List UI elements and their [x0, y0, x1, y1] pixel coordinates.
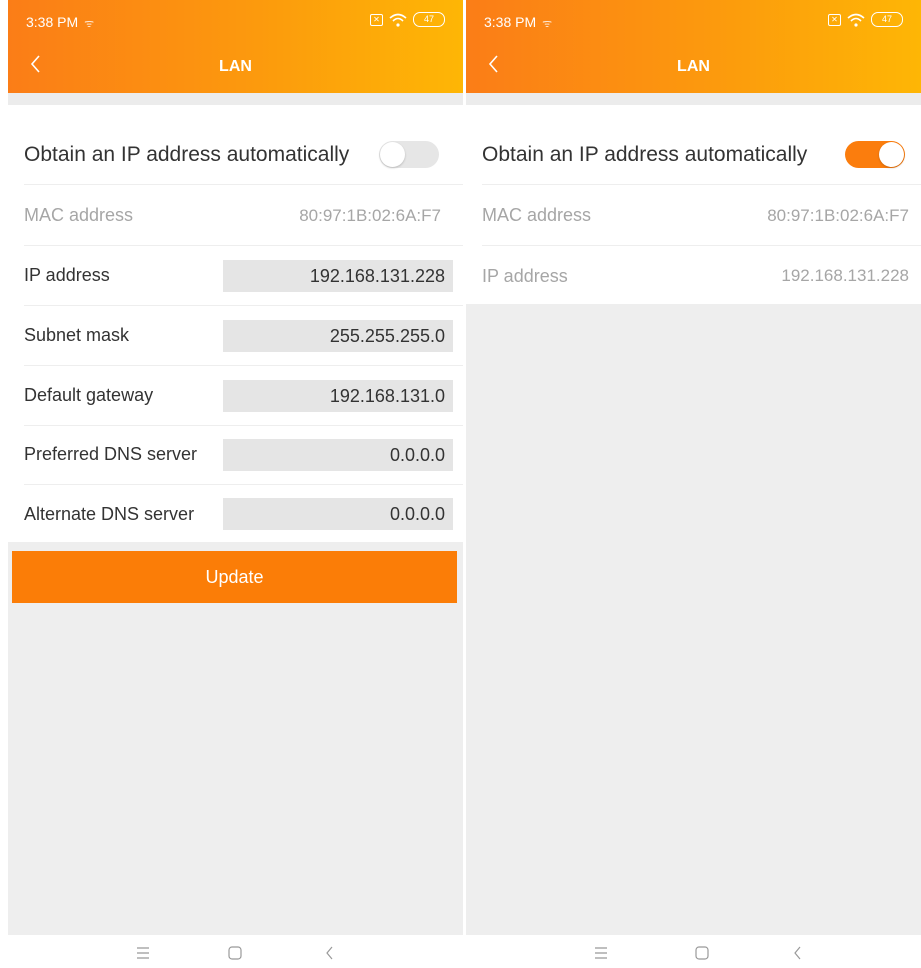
subnet-row: Subnet mask	[24, 306, 463, 366]
status-time-text: 3:38 PM	[484, 14, 537, 30]
battery-level: 47	[423, 14, 434, 24]
menu-icon[interactable]	[131, 941, 155, 965]
status-time-text: 3:38 PM	[26, 14, 79, 30]
signal-icon: ᯤ	[84, 18, 95, 30]
page-title: LAN	[677, 58, 710, 75]
lan-screen-manual: 3:38 PM ᯤ ✕ 47 LAN Obtain an IP address a…	[8, 0, 463, 968]
status-icons: ✕ 47	[370, 12, 445, 27]
alternate-dns-row: Alternate DNS server	[24, 484, 463, 544]
mac-row: MAC address 80:97:1B:02:6A:F7	[482, 186, 921, 246]
header-bar: 3:38 PM ᯤ ✕ 47 LAN	[466, 0, 921, 93]
wifi-icon	[847, 13, 865, 27]
mac-label: MAC address	[24, 205, 134, 225]
auto-ip-label: Obtain an IP address automatically	[482, 142, 808, 166]
ip-input[interactable]	[223, 260, 453, 292]
status-time: 3:38 PM ᯤ	[26, 14, 94, 31]
gateway-input[interactable]	[223, 380, 453, 412]
system-nav-bar	[466, 935, 921, 968]
battery-level: 47	[881, 14, 892, 24]
status-icons: ✕ 47	[828, 12, 903, 27]
nav-back-icon[interactable]	[786, 941, 810, 965]
content-background	[466, 304, 921, 935]
toggle-knob	[879, 142, 904, 167]
ip-label: IP address	[24, 265, 110, 285]
ip-value: 192.168.131.228	[781, 266, 909, 285]
ip-label: IP address	[482, 265, 568, 286]
menu-icon[interactable]	[589, 941, 613, 965]
sim-icon: ✕	[828, 13, 841, 26]
wifi-icon	[389, 13, 407, 27]
nav-back-icon[interactable]	[318, 941, 342, 965]
battery-icon: 47	[871, 12, 903, 27]
battery-icon: 47	[413, 12, 445, 27]
divider-band	[8, 93, 463, 105]
mac-label: MAC address	[482, 205, 592, 225]
subnet-input[interactable]	[223, 320, 453, 352]
system-nav-bar	[8, 935, 463, 968]
auto-ip-row: Obtain an IP address automatically	[482, 125, 921, 185]
mac-value: 80:97:1B:02:6A:F7	[299, 205, 441, 225]
update-button-label: Update	[205, 566, 264, 587]
alternate-dns-input[interactable]	[223, 498, 453, 530]
gateway-row: Default gateway	[24, 366, 463, 426]
gateway-label: Default gateway	[24, 385, 154, 405]
preferred-dns-row: Preferred DNS server	[24, 425, 463, 485]
alternate-dns-label: Alternate DNS server	[24, 503, 195, 524]
mac-value: 80:97:1B:02:6A:F7	[767, 205, 909, 225]
header-bar: 3:38 PM ᯤ ✕ 47 LAN	[8, 0, 463, 93]
home-icon[interactable]	[690, 941, 714, 965]
ip-row: IP address 192.168.131.228	[482, 246, 921, 306]
mac-row: MAC address 80:97:1B:02:6A:F7	[24, 186, 463, 246]
ip-row: IP address	[24, 246, 463, 306]
auto-ip-label: Obtain an IP address automatically	[24, 142, 350, 166]
preferred-dns-label: Preferred DNS server	[24, 444, 198, 464]
page-title: LAN	[219, 58, 252, 75]
home-icon[interactable]	[223, 941, 247, 965]
toggle-knob	[380, 142, 405, 167]
divider-band	[466, 93, 921, 105]
sim-icon: ✕	[370, 13, 383, 26]
subnet-label: Subnet mask	[24, 325, 130, 345]
lan-screen-auto: 3:38 PM ᯤ ✕ 47 LAN Obtain an IP address a…	[466, 0, 921, 968]
auto-ip-toggle[interactable]	[379, 141, 439, 168]
auto-ip-row: Obtain an IP address automatically	[24, 125, 463, 185]
preferred-dns-input[interactable]	[223, 439, 453, 471]
signal-icon: ᯤ	[542, 18, 553, 30]
auto-ip-toggle[interactable]	[845, 141, 905, 168]
status-time: 3:38 PM ᯤ	[484, 14, 552, 31]
update-button[interactable]: Update	[12, 551, 457, 603]
